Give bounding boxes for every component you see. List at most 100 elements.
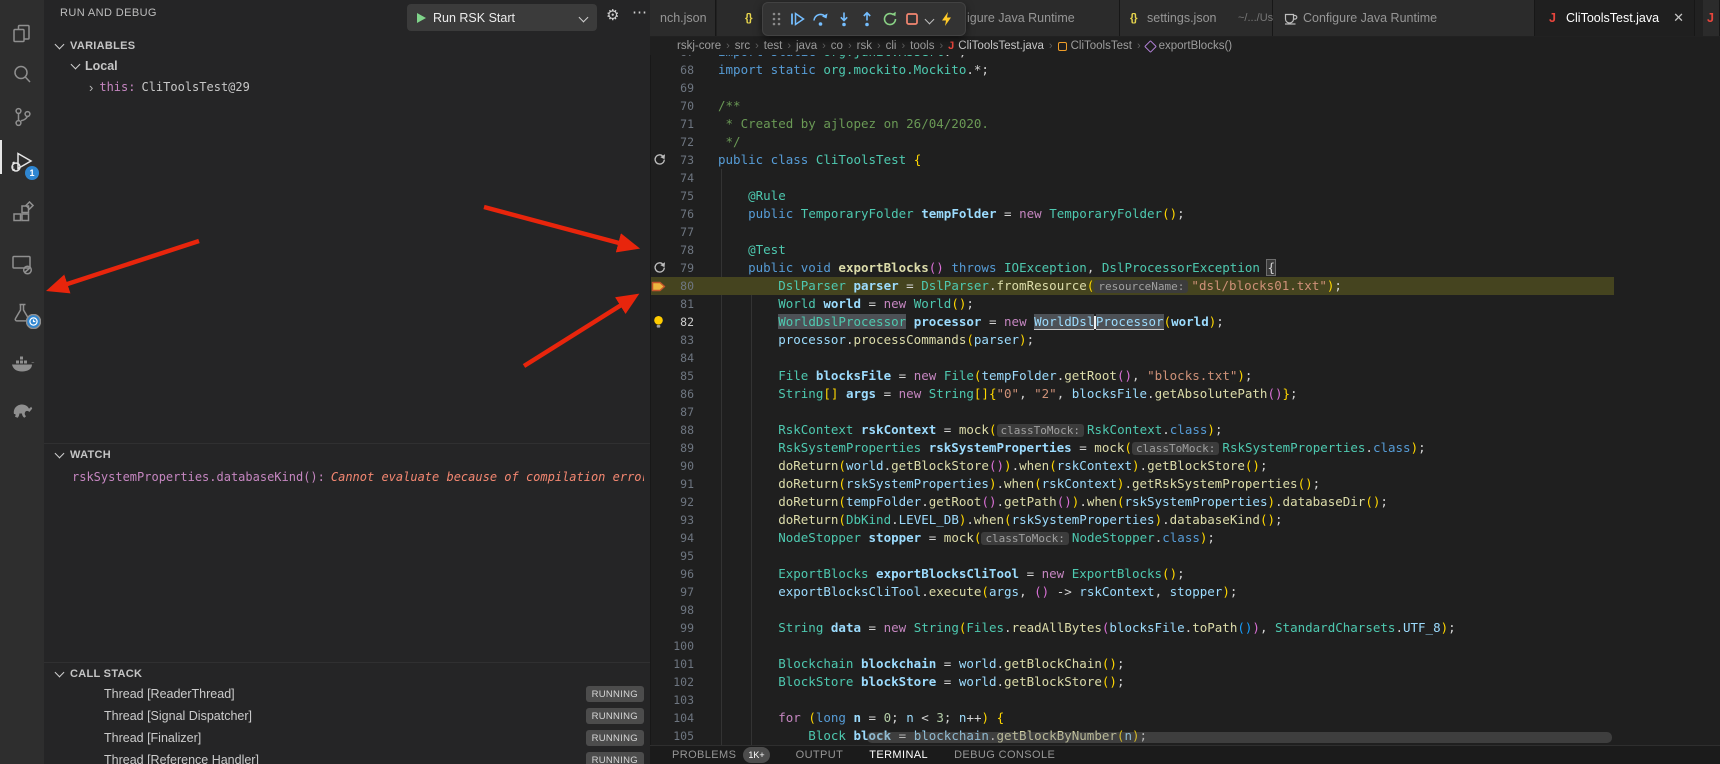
breadcrumb-item[interactable]: java [796, 40, 817, 52]
breadcrumb-item[interactable]: src [735, 40, 750, 52]
code-line-98[interactable]: 98 [650, 601, 1614, 619]
tab-settings-json[interactable]: {}settings.json~/.../User [1120, 0, 1273, 36]
breadcrumb-item[interactable]: co [831, 40, 843, 52]
call-stack-thread[interactable]: Thread [Reference Handler]RUNNING [44, 749, 650, 764]
panel-tab-problems[interactable]: PROBLEMS1K+ [672, 747, 770, 763]
gradle-icon[interactable] [0, 386, 44, 430]
more-actions-icon[interactable]: ⋯ [632, 3, 648, 21]
code-line-69[interactable]: 69 [650, 79, 1614, 97]
code-line-94[interactable]: 94 NodeStopper stopper = mock(classToMoc… [650, 529, 1614, 547]
code-line-100[interactable]: 100 [650, 637, 1614, 655]
code-line-85[interactable]: 85 File blocksFile = new File(tempFolder… [650, 367, 1614, 385]
code-line-95[interactable]: 95 [650, 547, 1614, 565]
code-line-87[interactable]: 87 [650, 403, 1614, 421]
panel-tab-terminal[interactable]: TERMINAL [869, 749, 928, 761]
tab-clitoolstest[interactable]: JCliToolsTest.java✕ [1535, 0, 1695, 36]
testing-icon[interactable] [0, 292, 44, 336]
extensions-icon[interactable] [0, 192, 44, 236]
gutter-marker[interactable] [650, 261, 667, 275]
code-line-77[interactable]: 77 [650, 223, 1614, 241]
watch-expression[interactable]: rskSystemProperties.databaseKind(): Cann… [72, 467, 644, 487]
gutter-marker[interactable] [650, 279, 667, 294]
code-line-80[interactable]: 80 DslParser parser = DslParser.fromReso… [650, 277, 1614, 295]
breadcrumb-item[interactable]: tools [910, 40, 934, 52]
tab-partial[interactable]: J [1703, 0, 1720, 36]
breadcrumb-file[interactable]: CliToolsTest.java [958, 40, 1044, 52]
code-line-84[interactable]: 84 [650, 349, 1614, 367]
docker-icon[interactable] [0, 342, 44, 386]
breadcrumb-item[interactable]: rsk [857, 40, 872, 52]
restart-icon[interactable] [882, 11, 898, 27]
call-stack-thread[interactable]: Thread [Signal Dispatcher]RUNNING [44, 705, 650, 727]
continue-icon[interactable] [789, 11, 805, 27]
horizontal-scrollbar[interactable] [867, 732, 1612, 743]
breadcrumb[interactable]: rskj-core›src›test›java›co›rsk›cli›tools… [650, 37, 1720, 55]
lightbulb-icon[interactable] [652, 315, 665, 329]
code-line-93[interactable]: 93 doReturn(DbKind.LEVEL_DB).when(rskSys… [650, 511, 1614, 529]
code-line-96[interactable]: 96 ExportBlocks exportBlocksCliTool = ne… [650, 565, 1614, 583]
code-line-88[interactable]: 88 RskContext rskContext = mock(classToM… [650, 421, 1614, 439]
code-line-76[interactable]: 76 public TemporaryFolder tempFolder = n… [650, 205, 1614, 223]
code-line-74[interactable]: 74 [650, 169, 1614, 187]
step-over-icon[interactable] [812, 11, 829, 27]
remote-explorer-icon[interactable] [0, 242, 44, 286]
code-line-101[interactable]: 101 Blockchain blockchain = world.getBlo… [650, 655, 1614, 673]
call-stack-thread[interactable]: Thread [ReaderThread]RUNNING [44, 683, 650, 705]
run-config-dropdown[interactable]: Run RSK Start [407, 4, 597, 31]
panel-tab-output[interactable]: OUTPUT [796, 749, 844, 761]
code-line-75[interactable]: 75 @Rule [650, 187, 1614, 205]
explorer-icon[interactable] [0, 12, 44, 56]
code-line-81[interactable]: 81 World world = new World(); [650, 295, 1614, 313]
code-line-102[interactable]: 102 BlockStore blockStore = world.getBlo… [650, 673, 1614, 691]
tab-launch-json[interactable]: nch.json [650, 0, 716, 36]
stop-menu-chevron-icon[interactable] [926, 16, 933, 23]
code-line-99[interactable]: 99 String data = new String(Files.readAl… [650, 619, 1614, 637]
call-stack-section-header[interactable]: CALL STACK [56, 664, 142, 684]
code-line-97[interactable]: 97 exportBlocksCliTool.execute(args, () … [650, 583, 1614, 601]
code-line-68[interactable]: 68import static org.mockito.Mockito.*; [650, 61, 1614, 79]
code-line-79[interactable]: 79 public void exportBlocks() throws IOE… [650, 259, 1614, 277]
variables-section-header[interactable]: VARIABLES [56, 36, 135, 56]
panel-tab-debug-console[interactable]: DEBUG CONSOLE [954, 749, 1055, 761]
code-editor[interactable]: 67import static org.junit.Assert.*;68imp… [650, 43, 1614, 763]
source-control-icon[interactable] [0, 95, 44, 139]
fold-arrow-icon[interactable] [652, 261, 666, 275]
code-line-104[interactable]: 104 for (long n = 0; n < 3; n++) { [650, 709, 1614, 727]
run-and-debug-icon[interactable]: 1 [0, 140, 44, 184]
breakpoint-current-icon[interactable] [651, 279, 666, 294]
step-into-icon[interactable] [836, 11, 852, 27]
close-icon[interactable]: ✕ [1673, 10, 1684, 26]
fold-arrow-icon[interactable] [652, 153, 666, 167]
stop-icon[interactable] [905, 12, 919, 26]
breadcrumb-item[interactable]: rskj-core [677, 40, 721, 52]
call-stack-thread[interactable]: Thread [Finalizer]RUNNING [44, 727, 650, 749]
breadcrumb-method[interactable]: exportBlocks() [1159, 40, 1233, 52]
code-line-78[interactable]: 78 @Test [650, 241, 1614, 259]
hot-code-replace-icon[interactable] [940, 11, 953, 27]
code-line-103[interactable]: 103 [650, 691, 1614, 709]
code-line-70[interactable]: 70/** [650, 97, 1614, 115]
code-line-72[interactable]: 72 */ [650, 133, 1614, 151]
code-line-91[interactable]: 91 doReturn(rskSystemProperties).when(rs… [650, 475, 1614, 493]
breadcrumb-class[interactable]: CliToolsTest [1071, 40, 1132, 52]
breadcrumb-item[interactable]: cli [886, 40, 897, 52]
breadcrumb-item[interactable]: test [764, 40, 783, 52]
gutter-marker[interactable] [650, 153, 667, 167]
code-line-73[interactable]: 73public class CliToolsTest { [650, 151, 1614, 169]
code-line-90[interactable]: 90 doReturn(world.getBlockStore()).when(… [650, 457, 1614, 475]
step-out-icon[interactable] [859, 11, 875, 27]
variables-scope-local[interactable]: Local [72, 56, 118, 76]
code-line-86[interactable]: 86 String[] args = new String[]{"0", "2"… [650, 385, 1614, 403]
variable-this[interactable]: › this: CliToolsTest@29 [89, 77, 250, 97]
gear-icon[interactable]: ⚙ [606, 6, 619, 24]
code-line-92[interactable]: 92 doReturn(tempFolder.getRoot().getPath… [650, 493, 1614, 511]
watch-section-header[interactable]: WATCH [56, 445, 111, 465]
gutter-marker[interactable] [650, 315, 667, 329]
search-icon[interactable] [0, 52, 44, 96]
code-line-89[interactable]: 89 RskSystemProperties rskSystemProperti… [650, 439, 1614, 457]
drag-handle-icon[interactable] [771, 11, 782, 27]
code-line-83[interactable]: 83 processor.processCommands(parser); [650, 331, 1614, 349]
tab-java-runtime[interactable]: Configure Java Runtime [1273, 0, 1535, 36]
code-line-82[interactable]: 82 WorldDslProcessor processor = new Wor… [650, 313, 1614, 331]
code-line-71[interactable]: 71 * Created by ajlopez on 26/04/2020. [650, 115, 1614, 133]
